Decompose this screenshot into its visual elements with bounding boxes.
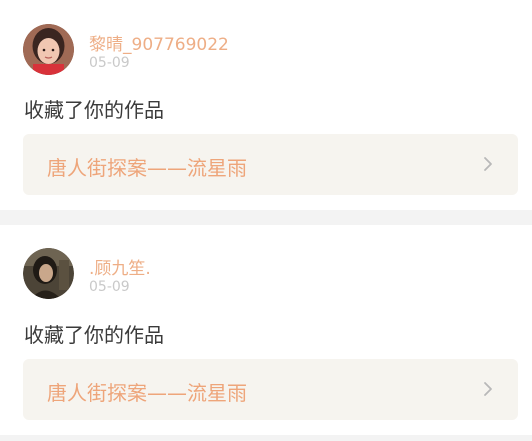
work-link-card[interactable]: 唐人街探案——流星雨 [23, 359, 518, 420]
chevron-right-icon [480, 381, 496, 397]
work-link-card[interactable]: 唐人街探案——流星雨 [23, 134, 518, 195]
activity-date: 05-09 [89, 279, 130, 295]
work-title: 唐人街探案——流星雨 [47, 381, 247, 405]
activity-action-text: 收藏了你的作品 [24, 323, 164, 347]
activity-card: .顾九笙. 05-09 收藏了你的作品 唐人街探案——流星雨 [0, 225, 532, 435]
avatar-photo-icon [23, 248, 74, 299]
activity-action-text: 收藏了你的作品 [24, 98, 164, 122]
activity-feed: 黎晴_907769022 05-09 收藏了你的作品 唐人街探案——流星雨 .顾… [0, 0, 532, 441]
username[interactable]: .顾九笙. [89, 254, 151, 279]
user-avatar[interactable] [23, 24, 74, 75]
username[interactable]: 黎晴_907769022 [89, 30, 229, 55]
work-title: 唐人街探案——流星雨 [47, 156, 247, 180]
chevron-right-icon [480, 156, 496, 172]
avatar-photo-icon [23, 24, 74, 75]
activity-date: 05-09 [89, 55, 130, 71]
activity-card: 黎晴_907769022 05-09 收藏了你的作品 唐人街探案——流星雨 [0, 0, 532, 210]
user-avatar[interactable] [23, 248, 74, 299]
